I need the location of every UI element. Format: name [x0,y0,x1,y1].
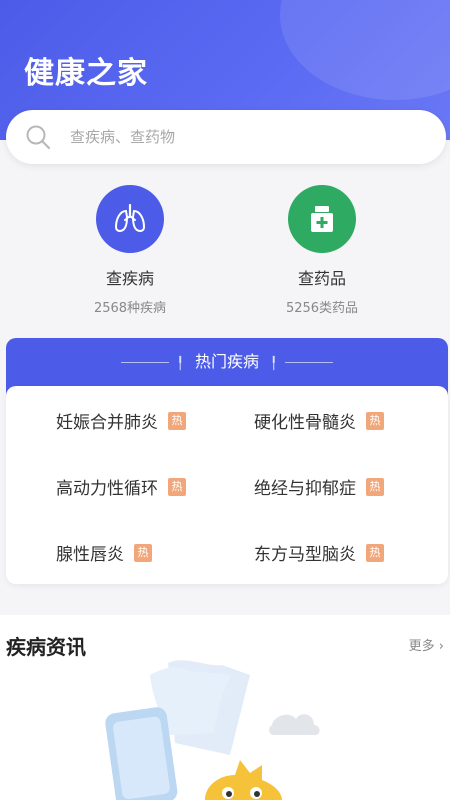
hot-badge: 热 [168,477,186,496]
sound-bars-icon: ╿ [176,355,184,370]
hot-badge: 热 [366,411,384,430]
news-title-text: 疾病资讯 [6,635,86,659]
hot-diseases-title-row: ╿ 热门疾病 ╿ [6,348,448,372]
entry-medicine-circle [288,185,356,253]
medicine-box-icon [311,206,333,232]
entry-medicine-label: 查药品 [297,269,346,288]
hot-item[interactable]: 东方马型脑炎 热 [254,540,384,565]
hot-diseases-title: 热门疾病 [194,352,259,371]
hot-item[interactable]: 腺性唇炎 热 [56,540,152,565]
divider-line [285,362,334,363]
news-section: 疾病资讯 更多 › [0,615,450,800]
hot-item-label: 绝经与抑郁症 [254,479,356,499]
hot-item-label: 高动力性循环 [56,479,158,499]
search-bar[interactable] [6,110,446,164]
lungs-icon [114,203,146,232]
hot-item[interactable]: 高动力性循环 热 [56,474,186,499]
search-icon [26,125,51,150]
entry-disease-circle [96,185,164,253]
entry-disease-count: 2568种疾病 [93,301,167,316]
hot-item[interactable]: 绝经与抑郁症 热 [254,474,384,499]
search-input[interactable] [68,127,402,147]
hot-diseases-panel: ╿ 热门疾病 ╿ 妊娠合并肺炎 热 硬化性骨髓炎 热 高动力性循环 热 绝经与抑… [6,338,448,584]
news-title: 疾病资讯 [6,631,86,660]
entry-medicine-count: 5256类药品 [285,301,359,316]
hot-badge: 热 [366,543,384,562]
hot-item[interactable]: 妊娠合并肺炎 热 [56,408,186,433]
hot-item-label: 东方马型脑炎 [254,545,356,565]
divider-line [120,362,169,363]
chevron-right-icon: › [434,639,444,654]
more-label: 更多 [408,639,435,654]
entry-medicine[interactable]: 查药品 5256类药品 [222,185,422,316]
sound-bars-icon: ╿ [270,355,278,370]
hot-item-label: 硬化性骨髓炎 [254,413,356,433]
hot-badge: 热 [168,411,186,430]
hot-item-label: 腺性唇炎 [56,545,124,565]
entry-disease[interactable]: 查疾病 2568种疾病 [30,185,230,316]
hot-badge: 热 [134,543,152,562]
hot-badge: 热 [366,477,384,496]
hot-item-label: 妊娠合并肺炎 [56,413,158,433]
hot-diseases-card: 妊娠合并肺炎 热 硬化性骨髓炎 热 高动力性循环 热 绝经与抑郁症 热 腺性唇炎… [6,386,448,584]
header-decoration [280,0,450,100]
hot-item[interactable]: 硬化性骨髓炎 热 [254,408,384,433]
entry-disease-label: 查疾病 [105,269,154,288]
more-link[interactable]: 更多 › [409,635,444,654]
app-title: 健康之家 [24,56,148,91]
